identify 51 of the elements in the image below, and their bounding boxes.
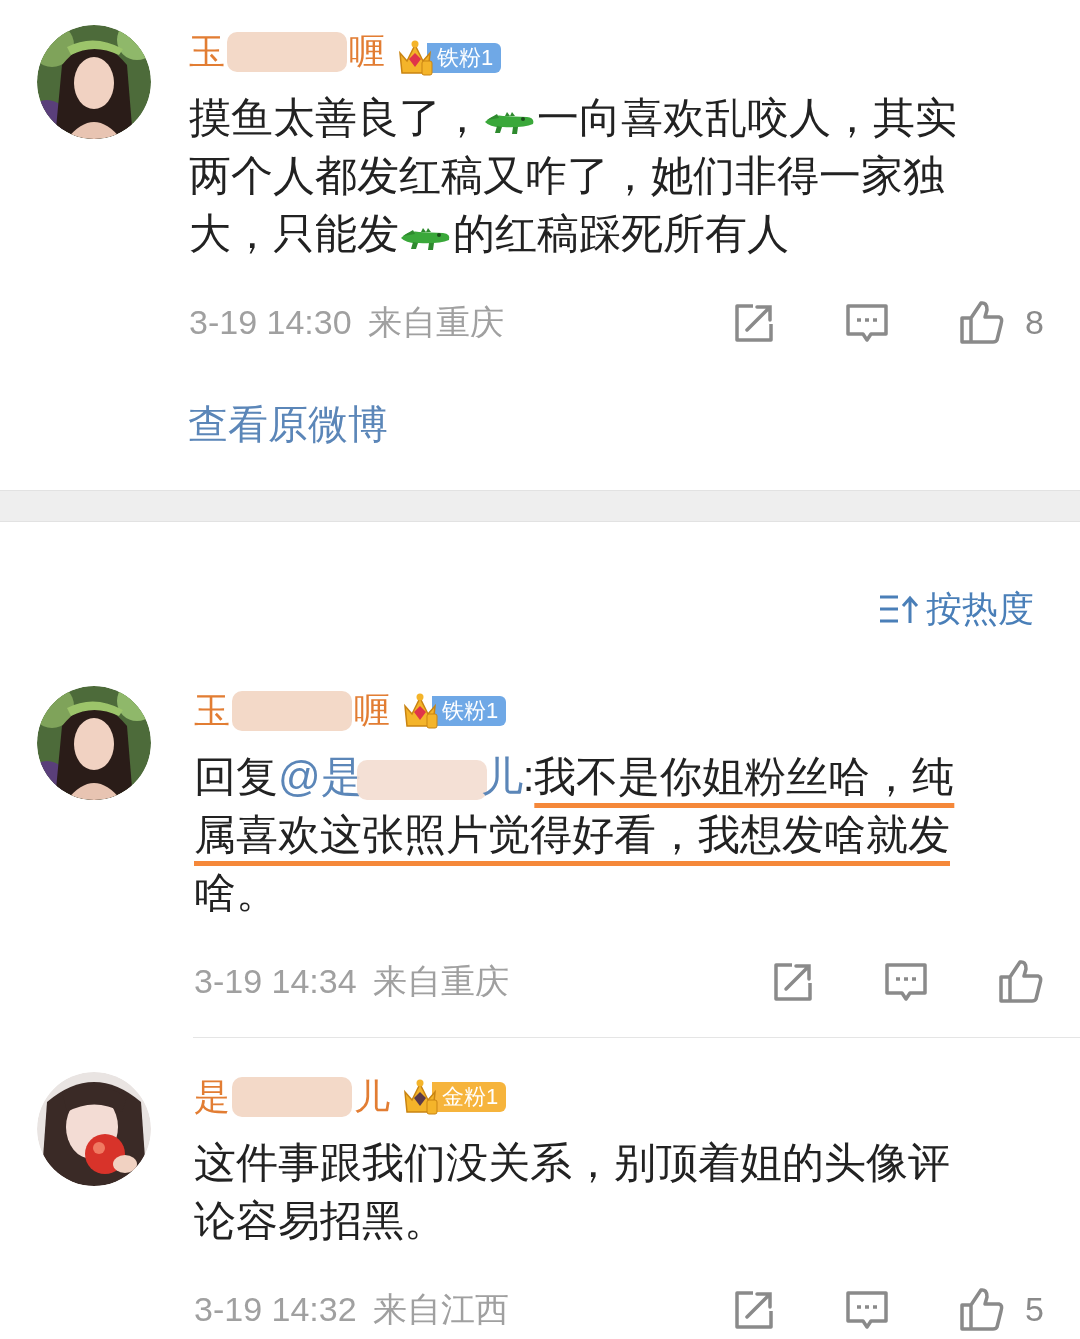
crown-icon: [402, 692, 440, 730]
comment-button[interactable]: [845, 302, 890, 343]
fan-badge: 金粉1: [432, 1082, 507, 1112]
username[interactable]: 喱: [349, 30, 385, 74]
like-button[interactable]: 5: [959, 1284, 1044, 1335]
comment-text: 一向喜欢乱咬人，其实: [537, 94, 957, 141]
crown-icon: [402, 1078, 440, 1116]
share-icon: [772, 960, 814, 1003]
comment-icon: [845, 302, 890, 343]
comment-text: 我不是你姐粉丝哈，纯: [534, 753, 955, 800]
thumbs-up-icon: [998, 958, 1044, 1005]
comment-text: 啥。: [194, 869, 278, 916]
comment-text: 的红稿踩死所有人: [453, 210, 789, 257]
timestamp: 3-19 14:32: [194, 1289, 357, 1330]
share-icon: [733, 301, 776, 344]
location-text: 来自江西: [372, 1289, 509, 1330]
share-button[interactable]: [733, 301, 776, 344]
fan-badge: 铁粉1: [427, 43, 502, 73]
fan-badge: 铁粉1: [432, 696, 507, 726]
comment-text: 两个人都发红稿又咋了，她们非得一家独: [189, 152, 945, 199]
share-button[interactable]: [733, 1288, 776, 1331]
username[interactable]: 儿: [354, 1075, 390, 1119]
view-original-link[interactable]: 查看原微博: [188, 394, 388, 454]
username[interactable]: 玉: [189, 30, 225, 74]
comment-text: 属喜欢这张照片觉得好看，我想发啥就发: [194, 811, 950, 858]
comment-icon: [845, 1289, 890, 1330]
comment-text: 摸鱼太善良了，: [189, 94, 483, 141]
username[interactable]: 喱: [354, 689, 390, 733]
timestamp: 3-19 14:34: [194, 961, 357, 1002]
share-icon: [733, 1288, 776, 1331]
comment-button[interactable]: [845, 1289, 890, 1330]
comment-icon: [884, 961, 928, 1002]
like-button[interactable]: [998, 958, 1044, 1005]
crown-icon: [397, 39, 435, 77]
location-text: 来自重庆: [367, 302, 504, 343]
username[interactable]: 玉: [194, 689, 230, 733]
location-text: 来自重庆: [372, 961, 509, 1002]
username[interactable]: 是: [194, 1075, 230, 1119]
mention-link[interactable]: @是 儿: [278, 753, 523, 800]
thumbs-up-icon: [959, 1286, 1006, 1333]
comment-button[interactable]: [884, 961, 928, 1002]
thumbs-up-icon: [959, 299, 1006, 346]
comment-text: 这件事跟我们没关系，别顶着姐的头像评: [194, 1139, 950, 1186]
sort-button[interactable]: 按热度: [878, 582, 1034, 636]
comment-text: 大，只能发: [189, 210, 399, 257]
share-button[interactable]: [772, 960, 814, 1003]
comment-text: 回复: [194, 753, 278, 800]
comment-text: 论容易招黑。: [194, 1197, 446, 1244]
timestamp: 3-19 14:30: [189, 302, 352, 343]
comment-text: :: [522, 753, 535, 800]
like-button[interactable]: 8: [959, 297, 1044, 348]
